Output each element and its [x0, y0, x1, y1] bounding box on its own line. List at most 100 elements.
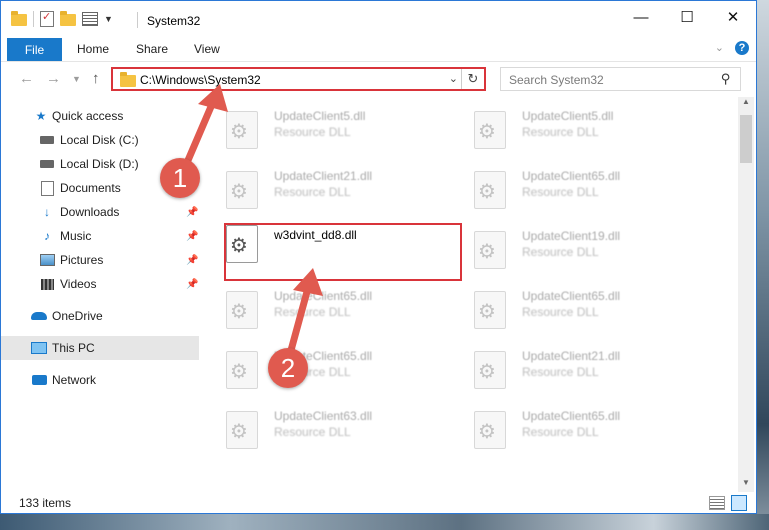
customize-toolbar-chevron-icon[interactable]: ▼	[104, 14, 113, 24]
sidebar-item-label: Local Disk (D:)	[60, 157, 139, 171]
file-item[interactable]: UpdateClient19.dll Resource DLL	[458, 217, 698, 272]
tab-view[interactable]: View	[194, 42, 220, 56]
properties-icon[interactable]	[40, 10, 54, 27]
sidebar-item-label: This PC	[52, 341, 95, 355]
file-highlight-box	[224, 223, 462, 281]
address-path[interactable]: C:\Windows\System32	[140, 73, 261, 87]
file-item[interactable]: UpdateClient65.dll Resource DLL	[458, 277, 698, 332]
details-view-icon[interactable]	[709, 496, 725, 510]
videos-icon	[39, 277, 55, 291]
sidebar-item-label: OneDrive	[52, 309, 103, 323]
file-type: Resource DLL	[522, 425, 599, 439]
file-item[interactable]: UpdateClient21.dll Resource DLL	[210, 157, 450, 212]
address-history-chevron-icon[interactable]: ⌄	[449, 72, 458, 85]
file-name: UpdateClient65.dll	[522, 409, 621, 423]
star-icon: ★	[35, 109, 47, 123]
pin-icon[interactable]: 📌	[186, 279, 198, 290]
back-arrow-icon[interactable]: ←	[19, 70, 34, 87]
sidebar-item-onedrive[interactable]: OneDrive	[1, 304, 199, 328]
file-item[interactable]: UpdateClient63.dll Resource DLL	[210, 397, 450, 452]
file-name: UpdateClient63.dll	[274, 409, 373, 423]
close-button[interactable]: ✕	[710, 1, 756, 33]
sidebar-item-this-pc[interactable]: This PC	[1, 336, 199, 360]
step-2-badge: 2	[268, 348, 308, 388]
pin-icon[interactable]: 📌	[186, 207, 198, 218]
forward-arrow-icon[interactable]: →	[46, 70, 61, 87]
sidebar-item-label: Documents	[60, 181, 121, 195]
file-item[interactable]: UpdateClient65.dll Resource DLL	[210, 277, 450, 332]
file-item[interactable]: UpdateClient21.dll Resource DLL	[458, 337, 698, 392]
sidebar-item-network[interactable]: Network	[1, 368, 199, 392]
dll-file-icon	[474, 111, 506, 149]
sidebar-item-label: Network	[52, 373, 97, 387]
sidebar-item-quick-access[interactable]: ★ Quick access	[1, 104, 199, 128]
file-type: Resource DLL	[274, 125, 351, 139]
quick-access-toolbar: ▼	[11, 10, 113, 27]
file-item[interactable]: UpdateClient65.dll Resource DLL	[458, 157, 698, 212]
scrollbar-thumb[interactable]	[740, 115, 752, 163]
sidebar-item-videos[interactable]: Videos 📌	[1, 272, 199, 296]
sidebar-item-music[interactable]: ♪ Music 📌	[1, 224, 199, 248]
window-controls: — ☐ ✕	[618, 1, 756, 33]
file-list: UpdateClient5.dll Resource DLL UpdateCli…	[210, 97, 738, 492]
network-icon	[31, 373, 47, 387]
download-icon: ↓	[44, 205, 50, 219]
dll-file-icon	[474, 171, 506, 209]
view-layout-icon[interactable]	[82, 12, 98, 26]
address-bar[interactable]: C:\Windows\System32 ⌄ ↻	[111, 67, 486, 91]
pin-icon[interactable]: 📌	[186, 231, 198, 242]
sidebar-item-downloads[interactable]: ↓ Downloads 📌	[1, 200, 199, 224]
file-type: Resource DLL	[522, 185, 599, 199]
folder-icon[interactable]	[11, 11, 27, 26]
vertical-scrollbar[interactable]: ▲ ▼	[738, 97, 754, 492]
file-name: UpdateClient5.dll	[522, 109, 614, 123]
tab-home[interactable]: Home	[77, 42, 109, 56]
sidebar-item-label: Quick access	[52, 109, 124, 123]
new-folder-icon[interactable]	[60, 11, 76, 26]
pc-icon	[31, 341, 47, 355]
desktop-background	[0, 514, 769, 530]
scroll-up-chevron-icon[interactable]: ▲	[738, 97, 754, 111]
expand-ribbon-chevron-icon[interactable]: ⌄	[715, 41, 724, 54]
file-type: Resource DLL	[274, 185, 351, 199]
sidebar-item-local-disk-c[interactable]: Local Disk (C:)	[1, 128, 199, 152]
navigation-bar: ← → ▼ ↑ C:\Windows\System32 ⌄ ↻ Search S…	[1, 62, 756, 96]
sidebar-item-pictures[interactable]: Pictures 📌	[1, 248, 199, 272]
dll-file-icon	[226, 351, 258, 389]
minimize-button[interactable]: —	[618, 1, 664, 33]
pin-icon[interactable]: 📌	[186, 255, 198, 266]
file-type: Resource DLL	[274, 305, 351, 319]
dll-file-icon	[474, 291, 506, 329]
dll-file-icon	[226, 411, 258, 449]
explorer-window: ▼ System32 — ☐ ✕ File Home Share View ⌄ …	[0, 0, 757, 514]
dll-file-icon	[226, 171, 258, 209]
help-icon[interactable]: ?	[735, 41, 749, 55]
search-placeholder: Search System32	[509, 73, 604, 87]
sidebar-item-label: Pictures	[60, 253, 104, 267]
toolbar-divider	[33, 11, 34, 27]
file-item[interactable]: UpdateClient65.dll Resource DLL	[458, 397, 698, 452]
music-icon: ♪	[44, 229, 50, 243]
file-item[interactable]: UpdateClient5.dll Resource DLL	[458, 97, 698, 152]
tab-file[interactable]: File	[7, 38, 62, 61]
refresh-icon[interactable]: ↻	[461, 69, 484, 89]
dll-file-icon	[474, 411, 506, 449]
up-arrow-icon[interactable]: ↑	[92, 70, 100, 87]
folder-icon	[120, 72, 136, 87]
documents-icon	[39, 180, 55, 196]
file-item[interactable]: UpdateClient5.dll Resource DLL	[210, 97, 450, 152]
search-icon: ⚲	[721, 71, 731, 86]
large-icons-view-icon[interactable]	[731, 495, 747, 511]
tab-share[interactable]: Share	[136, 42, 168, 56]
recent-locations-chevron-icon[interactable]: ▼	[72, 74, 81, 84]
maximize-button[interactable]: ☐	[664, 1, 710, 33]
file-item[interactable]: UpdateClient65.dll Resource DLL	[210, 337, 450, 392]
sidebar-item-label: Music	[60, 229, 92, 243]
drive-icon	[39, 133, 55, 147]
file-name: UpdateClient19.dll	[522, 229, 621, 243]
search-input[interactable]: Search System32 ⚲	[500, 67, 741, 91]
window-title: System32	[147, 14, 201, 28]
scroll-down-chevron-icon[interactable]: ▼	[738, 478, 754, 492]
file-type: Resource DLL	[522, 125, 599, 139]
file-type: Resource DLL	[274, 425, 351, 439]
